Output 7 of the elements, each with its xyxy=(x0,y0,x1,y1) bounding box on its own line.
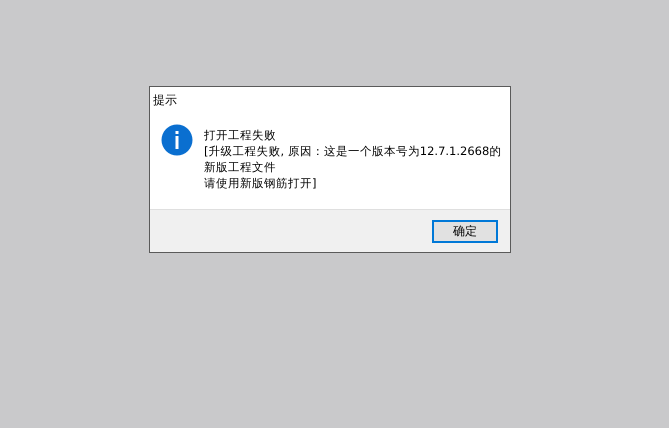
dialog-title: 提示 xyxy=(152,92,178,109)
message-text: 请使用新版钢筋打开] xyxy=(204,175,318,191)
message-text: 打开工程失败 xyxy=(204,127,277,143)
ok-button[interactable]: 确定 xyxy=(432,220,498,242)
message-text: [升级工程失败, 原因：这是一个版本号为12.7.1.2668的 xyxy=(204,143,502,159)
message-text: 新版工程文件 xyxy=(204,159,277,175)
info-icon xyxy=(161,124,193,156)
